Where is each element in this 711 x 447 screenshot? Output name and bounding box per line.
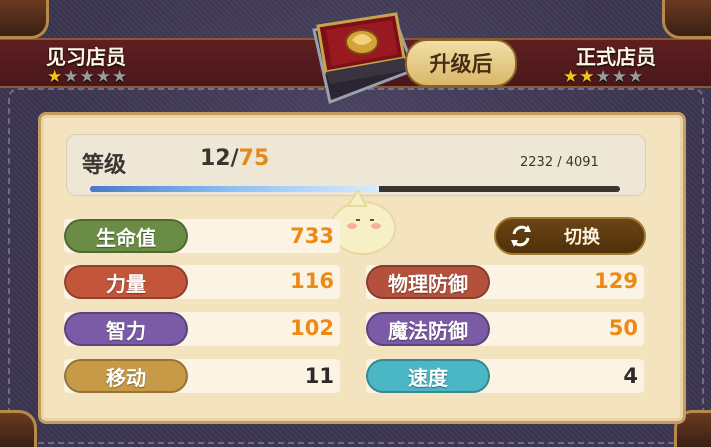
exp-text: 2232 / 4091: [520, 155, 599, 170]
corner-ornament-left: [0, 0, 49, 39]
stat-value-move: 11: [304, 364, 334, 388]
stat-label-move: 移动: [64, 359, 188, 393]
star-icon: ★: [563, 67, 579, 87]
stat-value-magic-defense: 50: [608, 316, 638, 340]
star-icon: ★: [63, 67, 79, 87]
stat-label-strength: 力量: [64, 265, 188, 299]
level-value: 12/75: [200, 146, 269, 171]
level-label: 等级: [82, 153, 127, 178]
stat-label-physical-defense: 物理防御: [366, 265, 490, 299]
stat-label-hp: 生命值: [64, 219, 188, 253]
star-icon: ★: [47, 67, 63, 87]
star-icon: ★: [95, 67, 111, 87]
level-max: 75: [238, 146, 270, 171]
next-rank-stars: ★ ★ ★ ★ ★: [563, 68, 643, 86]
level-current: 12: [200, 146, 231, 171]
stat-value-strength: 116: [290, 269, 334, 293]
stat-value-speed: 4: [623, 364, 638, 388]
refresh-arrows-icon: [511, 225, 531, 247]
star-icon: ★: [628, 67, 644, 87]
star-icon: ★: [112, 67, 128, 87]
star-icon: ★: [79, 67, 95, 87]
star-icon: ★: [611, 67, 627, 87]
stat-value-intelligence: 102: [290, 316, 334, 340]
corner-ornament-right: [662, 0, 711, 39]
stat-label-magic-defense: 魔法防御: [366, 312, 490, 346]
upgrade-label: 升级后: [405, 39, 517, 87]
current-rank-title: 见习店员: [46, 45, 126, 69]
star-icon: ★: [579, 67, 595, 87]
stat-label-speed: 速度: [366, 359, 490, 393]
switch-button[interactable]: 切换: [494, 217, 646, 255]
level-separator: /: [230, 146, 239, 171]
current-rank-stars: ★ ★ ★ ★ ★: [47, 68, 127, 86]
star-icon: ★: [595, 67, 611, 87]
stat-value-hp: 733: [290, 224, 334, 248]
stat-value-physical-defense: 129: [594, 269, 638, 293]
stat-label-intelligence: 智力: [64, 312, 188, 346]
switch-button-label: 切换: [564, 227, 600, 248]
corner-ornament-bottom-left: [0, 410, 37, 447]
recipe-book-icon: [312, 12, 416, 105]
next-rank-title: 正式店员: [576, 45, 656, 69]
